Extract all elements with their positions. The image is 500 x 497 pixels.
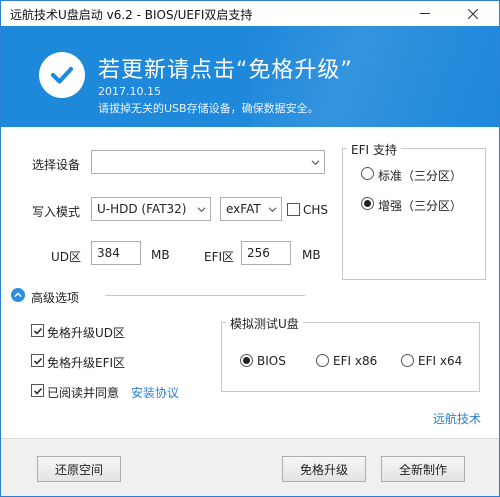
simulate-efi-x64-label[interactable]: EFI x64 [418,354,462,368]
brand-link[interactable]: 远航技术 [433,410,481,427]
minimize-icon [420,13,430,14]
create-new-button[interactable]: 全新制作 [381,456,465,482]
simulate-efi-x64-radio[interactable] [401,354,414,367]
device-label: 选择设备 [32,158,81,172]
upgrade-button[interactable]: 免格升级 [282,456,366,482]
chevron-down-icon [268,207,277,213]
check-icon [33,327,42,335]
chevron-up-icon [14,292,22,298]
banner-warning: 请拔掉无关的USB存储设备，确保数据安全。 [98,102,319,115]
advanced-label[interactable]: 高级选项 [31,289,79,306]
filesystem-select-value: exFAT [226,202,261,216]
window-title: 远航技术U盘启动 v6.2 - BIOS/UEFI双启支持 [10,8,253,22]
efi-standard-radio[interactable] [361,167,374,180]
agree-label[interactable]: 已阅读并同意 [47,384,119,401]
ud-unit: MB [151,248,170,262]
simulate-bios-radio[interactable] [240,354,253,367]
filesystem-select[interactable]: exFAT [220,197,282,221]
close-icon [468,8,478,19]
agreement-link[interactable]: 安装协议 [131,384,179,401]
efi-standard-label[interactable]: 标准（三分区） [378,167,462,184]
advanced-divider [105,295,305,296]
title-bar: 远航技术U盘启动 v6.2 - BIOS/UEFI双启支持 [1,1,499,26]
banner-check-badge [39,52,85,98]
mode-label: 写入模式 [32,205,81,219]
footer-bar: 还原空间 免格升级 全新制作 [1,438,499,496]
efi-label: EFI区 [204,250,235,264]
efi-support-title: EFI 支持 [347,141,401,158]
mode-select[interactable]: U-HDD (FAT32) [91,197,211,221]
efi-size-input[interactable]: 256 [241,241,291,265]
chevron-down-icon [311,160,320,166]
minimize-button[interactable] [405,1,445,26]
app-window: 远航技术U盘启动 v6.2 - BIOS/UEFI双启支持 若更新请点击“免格升… [0,0,500,497]
mode-select-value: U-HDD (FAT32) [97,202,187,216]
ud-label: UD区 [51,250,82,264]
agree-checkbox[interactable] [31,384,44,397]
restore-space-button[interactable]: 还原空间 [37,456,121,482]
close-button[interactable] [453,1,493,26]
upgrade-ud-checkbox[interactable] [31,324,44,337]
efi-enhanced-radio[interactable] [361,197,374,210]
upgrade-efi-label[interactable]: 免格升级EFI区 [47,354,125,371]
upgrade-efi-checkbox[interactable] [31,354,44,367]
check-icon [33,357,42,365]
chs-label: CHS [303,203,329,217]
ud-size-input[interactable]: 384 [91,241,141,265]
efi-unit: MB [302,248,321,262]
advanced-toggle[interactable] [11,288,25,302]
simulate-bios-label[interactable]: BIOS [257,354,286,368]
efi-enhanced-label[interactable]: 增强（三分区） [378,197,462,214]
upgrade-ud-label[interactable]: 免格升级UD区 [47,324,125,341]
chs-checkbox[interactable] [287,203,300,216]
checkmark-icon [50,66,74,84]
banner: 若更新请点击“免格升级” 2017.10.15 请拔掉无关的USB存储设备，确保… [1,26,499,127]
device-select[interactable] [91,150,325,174]
simulate-efi-x86-radio[interactable] [316,354,329,367]
banner-date: 2017.10.15 [98,85,161,98]
simulate-title: 模拟测试U盘 [226,315,303,332]
check-icon [33,387,42,395]
banner-title: 若更新请点击“免格升级” [98,58,353,83]
simulate-efi-x86-label[interactable]: EFI x86 [333,354,377,368]
chevron-down-icon [197,207,206,213]
